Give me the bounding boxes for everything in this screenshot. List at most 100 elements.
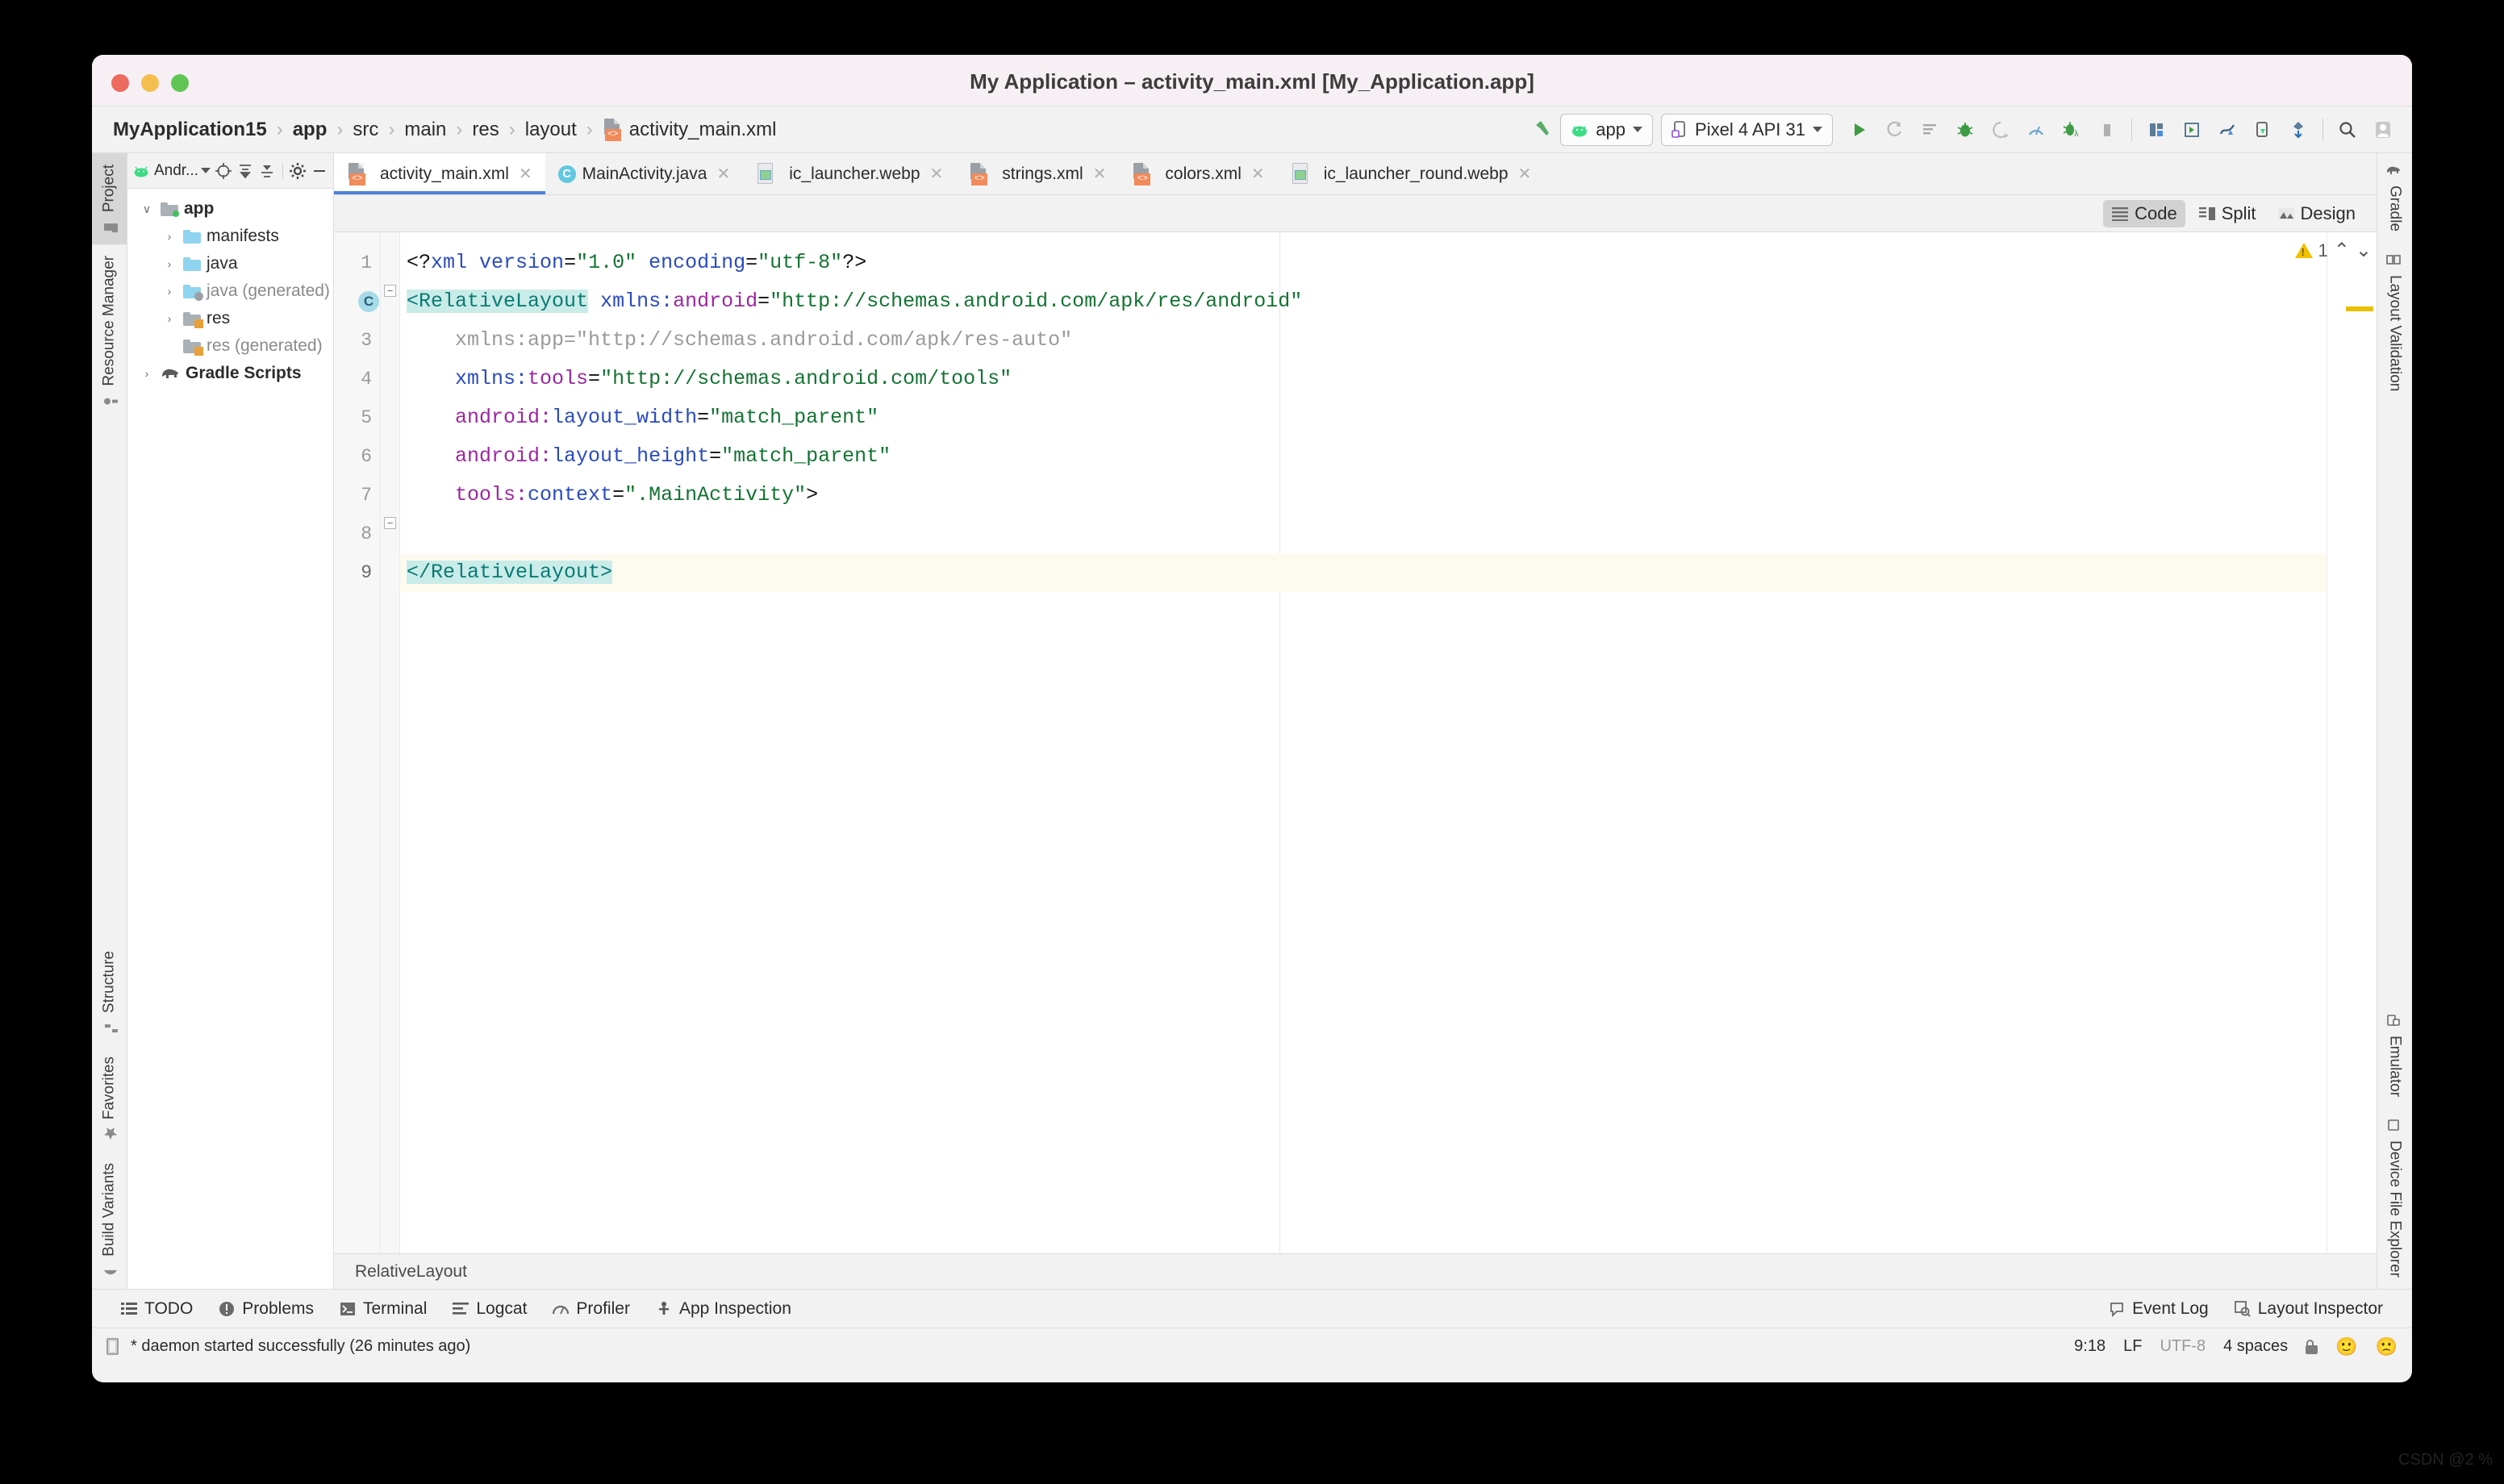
tree-item-res-generated[interactable]: res (generated) — [127, 332, 333, 360]
caret-position[interactable]: 9:18 — [2074, 1337, 2105, 1356]
close-tab-icon[interactable]: ✕ — [1093, 164, 1107, 184]
chevron-right-icon[interactable]: › — [161, 312, 177, 325]
search-icon[interactable] — [2330, 112, 2365, 148]
editor-tab-activity-main-xml[interactable]: <> activity_main.xml ✕ — [334, 153, 545, 194]
device-manager-icon[interactable] — [2210, 112, 2245, 148]
debug-icon[interactable] — [1947, 112, 1983, 148]
tool-button-problems[interactable]: Problems — [206, 1299, 327, 1319]
device-selector[interactable]: Pixel 4 API 31 — [1661, 113, 1833, 146]
sidebar-item-emulator[interactable]: Emulator — [2377, 1003, 2412, 1108]
happy-face-icon[interactable]: 🙂 — [2335, 1336, 2357, 1357]
fold-region-icon[interactable]: − — [384, 517, 396, 529]
intention-bulb-icon[interactable] — [418, 521, 431, 540]
tool-button-app-inspection[interactable]: App Inspection — [643, 1299, 804, 1319]
editor-tab-mainactivity-java[interactable]: C MainActivity.java ✕ — [545, 153, 744, 194]
close-tab-icon[interactable]: ✕ — [1518, 164, 1532, 184]
close-tab-icon[interactable]: ✕ — [1251, 164, 1265, 184]
close-tab-icon[interactable]: ✕ — [930, 164, 944, 184]
rerun-icon[interactable] — [1876, 112, 1912, 148]
tree-item-java[interactable]: › java — [127, 250, 333, 277]
code-content[interactable]: <?xml version="1.0" encoding="utf-8"?> <… — [400, 232, 2327, 1253]
tab-code-view[interactable]: Code — [2103, 199, 2185, 227]
line-separator[interactable]: LF — [2123, 1337, 2142, 1356]
chevron-right-icon[interactable]: › — [161, 285, 177, 298]
tree-item-app[interactable]: ∨ app — [127, 195, 333, 223]
inspection-status[interactable]: 1 ⌃ ⌄ — [2294, 239, 2372, 262]
sidebar-item-project[interactable]: Project — [92, 153, 127, 245]
sidebar-item-layout-validation[interactable]: Layout Validation — [2377, 243, 2412, 402]
chevron-down-icon[interactable] — [200, 168, 211, 173]
apply-changes-icon[interactable] — [1912, 112, 1947, 148]
indent-setting[interactable]: 4 spaces — [2223, 1337, 2288, 1356]
tree-item-gradle-scripts[interactable]: › Gradle Scripts — [127, 360, 333, 387]
breadcrumb-item-src[interactable]: src — [353, 119, 378, 141]
tool-button-layout-inspector[interactable]: Layout Inspector — [2222, 1299, 2396, 1319]
run-configuration-selector[interactable]: app — [1560, 113, 1654, 146]
code-line-3: xmlns:app="http://schemas.android.com/ap… — [407, 328, 1073, 352]
select-opened-file-icon[interactable] — [215, 160, 232, 181]
avd-manager-icon[interactable] — [2139, 112, 2174, 148]
sidebar-item-gradle[interactable]: Gradle — [2377, 153, 2412, 243]
tree-item-java-generated[interactable]: › java (generated) — [127, 277, 333, 305]
close-tab-icon[interactable]: ✕ — [716, 164, 730, 184]
tool-button-profiler[interactable]: Profiler — [540, 1299, 643, 1319]
device-explorer-icon[interactable] — [2245, 112, 2281, 148]
warning-icon — [2294, 243, 2313, 258]
editor-tab-colors-xml[interactable]: <> colors.xml ✕ — [1119, 153, 1277, 194]
settings-gear-icon[interactable] — [289, 160, 307, 181]
chevron-right-icon[interactable]: › — [161, 257, 177, 270]
tool-button-terminal[interactable]: Terminal — [327, 1299, 440, 1319]
fold-region-icon[interactable]: − — [384, 285, 396, 297]
hide-panel-icon[interactable] — [311, 160, 328, 181]
expand-all-icon[interactable] — [236, 160, 254, 181]
sidebar-item-resource-manager[interactable]: Resource Manager — [92, 244, 127, 419]
debug-lambda-icon[interactable]: λ — [2054, 112, 2089, 148]
chevron-right-icon[interactable]: › — [139, 367, 155, 380]
stop-icon[interactable] — [2089, 112, 2125, 148]
tab-split-view[interactable]: Split — [2190, 200, 2264, 227]
unlocked-icon[interactable] — [2306, 1339, 2318, 1354]
sdk-manager-icon[interactable] — [2174, 112, 2210, 148]
editor-tab-strings-xml[interactable]: <> strings.xml ✕ — [956, 153, 1119, 194]
breadcrumb-item-main[interactable]: main — [404, 119, 446, 141]
collapse-all-icon[interactable] — [258, 160, 276, 181]
breadcrumb-item-layout[interactable]: layout — [525, 119, 577, 141]
chevron-right-icon[interactable]: › — [161, 230, 177, 243]
sync-gradle-icon[interactable] — [2281, 112, 2316, 148]
hammer-icon[interactable] — [1525, 112, 1560, 148]
breadcrumb-item-project[interactable]: MyApplication15 — [113, 119, 267, 141]
sidebar-item-build-variants[interactable]: Build Variants — [92, 1152, 127, 1289]
editor-breadcrumb[interactable]: RelativeLayout — [334, 1253, 2377, 1289]
main-toolbar: app Pixel 4 API 31 λ — [1525, 112, 2412, 148]
tab-design-view[interactable]: Design — [2269, 200, 2364, 227]
close-tab-icon[interactable]: ✕ — [519, 164, 532, 184]
warning-scroll-marker[interactable] — [2346, 306, 2373, 311]
class-marker-icon[interactable]: C — [358, 291, 379, 312]
tree-item-res[interactable]: › res — [127, 305, 333, 332]
editor-tab-ic-launcher-webp[interactable]: ic_launcher.webp ✕ — [743, 153, 956, 194]
editor-tab-ic-launcher-round-webp[interactable]: ic_launcher_round.webp ✕ — [1278, 153, 1545, 194]
chevron-up-icon[interactable]: ⌃ — [2334, 239, 2350, 262]
editor-markers-gutter[interactable]: 1 ⌃ ⌄ — [2294, 232, 2377, 1253]
debug-attach-icon[interactable] — [1983, 112, 2018, 148]
sidebar-item-device-file-explorer[interactable]: Device File Explorer — [2377, 1108, 2412, 1289]
code-editor[interactable]: 1 2 3 4 5 6 7 8 9 C − − — [334, 232, 2377, 1253]
sad-face-icon[interactable]: 🙁 — [2376, 1336, 2398, 1357]
tool-button-event-log[interactable]: Event Log — [2096, 1299, 2222, 1319]
tool-button-todo[interactable]: TODO — [108, 1299, 206, 1319]
run-icon[interactable] — [1841, 112, 1876, 148]
profiler-icon[interactable] — [2018, 112, 2054, 148]
status-message-area[interactable]: * daemon started successfully (26 minute… — [106, 1337, 470, 1356]
chevron-down-icon[interactable]: ∨ — [139, 202, 155, 216]
sidebar-item-favorites[interactable]: Favorites — [92, 1045, 127, 1152]
tool-button-logcat[interactable]: Logcat — [440, 1299, 540, 1319]
breadcrumb-item-file[interactable]: activity_main.xml — [629, 119, 777, 141]
chevron-down-icon[interactable]: ⌄ — [2356, 239, 2372, 262]
breadcrumb-item-res[interactable]: res — [472, 119, 499, 141]
project-view-selector[interactable]: Andr... — [154, 162, 198, 180]
sidebar-item-structure[interactable]: Structure — [92, 940, 127, 1045]
file-encoding[interactable]: UTF-8 — [2160, 1337, 2206, 1356]
breadcrumb-item-app[interactable]: app — [293, 119, 328, 141]
tree-item-manifests[interactable]: › manifests — [127, 223, 333, 250]
avatar-icon[interactable] — [2365, 112, 2401, 148]
